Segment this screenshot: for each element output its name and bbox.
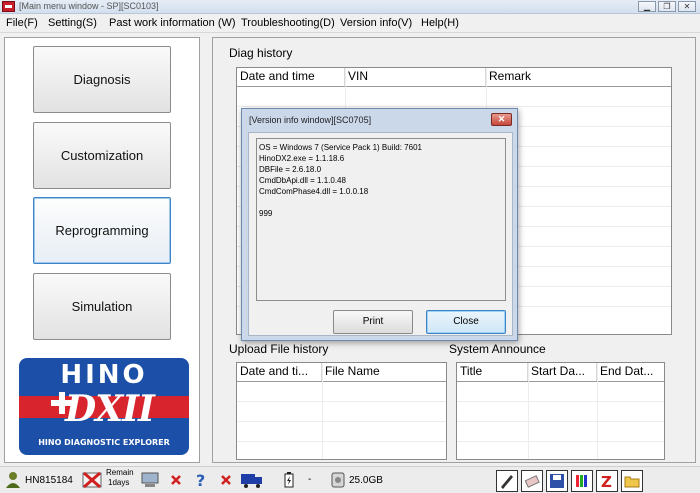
version-info-text[interactable]: OS = Windows 7 (Service Pack 1) Build: 7… xyxy=(256,138,506,301)
dialog-close-icon[interactable]: ✕ xyxy=(491,113,512,126)
window-controls: ▁ ❐ ✕ xyxy=(638,1,696,12)
highlighter-icon[interactable] xyxy=(571,470,593,492)
menu-version-info[interactable]: Version info(V) xyxy=(340,17,412,29)
diag-col-date[interactable]: Date and time xyxy=(237,68,345,86)
status-bar: HN815184 Remain 1days ? - 25.0GB Z xyxy=(0,466,700,493)
remain-days: 1days xyxy=(108,478,130,487)
restore-icon[interactable]: ❐ xyxy=(658,1,676,12)
voltage-value: - xyxy=(308,474,312,485)
info-line-exe: HinoDX2.exe = 1.1.18.6 xyxy=(259,154,345,163)
battery-icon xyxy=(284,472,294,488)
logo-subtitle: HINO DIAGNOSTIC EXPLORER xyxy=(38,438,170,447)
upload-col-date[interactable]: Date and ti... xyxy=(237,363,322,381)
announce-col-start-date[interactable]: Start Da... xyxy=(528,363,597,381)
disk-icon xyxy=(331,472,345,488)
user-id: HN815184 xyxy=(25,475,73,486)
minimize-icon[interactable]: ▁ xyxy=(638,1,656,12)
pen-icon[interactable] xyxy=(496,470,518,492)
user-icon xyxy=(6,472,20,488)
customization-button[interactable]: Customization xyxy=(33,122,171,189)
license-warning-icon xyxy=(82,471,102,489)
diag-col-remark[interactable]: Remark xyxy=(486,68,671,86)
close-button[interactable]: Close xyxy=(426,310,506,334)
hino-dx2-logo: HINO DXII HINO DIAGNOSTIC EXPLORER xyxy=(19,358,189,455)
clear-icon[interactable]: Z xyxy=(596,470,618,492)
diag-history-label: Diag history xyxy=(229,46,293,60)
diagnosis-button[interactable]: Diagnosis xyxy=(33,46,171,113)
connection-x-icon xyxy=(171,475,181,485)
system-announce-label: System Announce xyxy=(449,342,546,356)
truck-icon xyxy=(241,474,262,488)
app-icon xyxy=(2,1,15,12)
menu-past-work-information[interactable]: Past work information (W) xyxy=(109,17,236,29)
save-icon[interactable] xyxy=(546,470,568,492)
vci-x-icon xyxy=(221,475,231,485)
announce-col-end-date[interactable]: End Dat... xyxy=(597,363,664,381)
menu-setting[interactable]: Setting(S) xyxy=(48,17,97,29)
left-navigation-panel: Diagnosis Customization Reprogramming Si… xyxy=(4,37,200,463)
info-line-cmddbapi: CmdDbApi.dll = 1.1.0.48 xyxy=(259,176,346,185)
window-title: [Main menu window - SP][SC0103] xyxy=(19,1,159,11)
version-info-dialog: [Version info window][SC0705] ✕ OS = Win… xyxy=(241,108,518,341)
menu-file[interactable]: File(F) xyxy=(6,17,38,29)
announce-col-title[interactable]: Title xyxy=(457,363,528,381)
diag-col-vin[interactable]: VIN xyxy=(345,68,486,86)
menu-troubleshooting[interactable]: Troubleshooting(D) xyxy=(241,17,335,29)
computer-icon xyxy=(141,472,159,487)
svg-text:?: ? xyxy=(196,471,205,489)
menu-bar: File(F) Setting(S) Past work information… xyxy=(0,15,700,33)
upload-col-file-name[interactable]: File Name xyxy=(322,363,446,381)
menu-help[interactable]: Help(H) xyxy=(421,17,459,29)
upload-history-table[interactable]: Date and ti... File Name xyxy=(236,362,447,460)
reprogramming-button[interactable]: Reprogramming xyxy=(33,197,171,264)
info-line-dbfile: DBFile = 2.6.18.0 xyxy=(259,165,322,174)
eraser-icon[interactable] xyxy=(521,470,543,492)
disk-free-space: 25.0GB xyxy=(349,475,383,486)
remain-label: Remain xyxy=(106,468,134,477)
dialog-body: OS = Windows 7 (Service Pack 1) Build: 7… xyxy=(248,132,513,336)
simulation-button[interactable]: Simulation xyxy=(33,273,171,340)
info-line-cmdcomphase4: CmdComPhase4.dll = 1.0.0.18 xyxy=(259,187,369,196)
logo-dx-mark: DXII xyxy=(65,388,155,430)
print-button[interactable]: Print xyxy=(333,310,413,334)
info-line-code: 999 xyxy=(259,209,273,218)
title-bar: [Main menu window - SP][SC0103] ▁ ❐ ✕ xyxy=(0,0,700,14)
logo-hino-word: HINO xyxy=(60,360,148,390)
upload-history-label: Upload File history xyxy=(229,342,329,356)
system-announce-table[interactable]: Title Start Da... End Dat... xyxy=(456,362,665,460)
info-line-blank xyxy=(259,197,503,208)
folder-icon[interactable] xyxy=(621,470,643,492)
help-question-icon[interactable]: ? xyxy=(194,471,208,489)
info-line-os: OS = Windows 7 (Service Pack 1) Build: 7… xyxy=(259,143,422,152)
svg-text:Z: Z xyxy=(601,473,612,491)
close-window-icon[interactable]: ✕ xyxy=(678,1,696,12)
dialog-title: [Version info window][SC0705] xyxy=(249,115,372,125)
